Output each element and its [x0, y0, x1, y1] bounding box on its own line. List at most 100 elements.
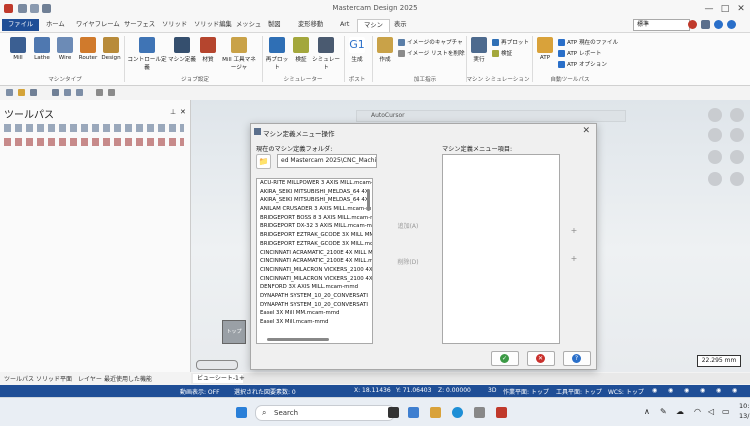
folder-browse-button[interactable]: 📁 — [256, 154, 271, 169]
image-capture-button[interactable]: イメージのキャプチャ — [398, 38, 463, 46]
list-item[interactable]: BRIDGEPORT DX-32 3 AXIS MILL.mcam-m — [257, 222, 372, 231]
volume-icon[interactable]: ◁ — [708, 407, 714, 416]
tab-home[interactable]: ホーム — [40, 19, 71, 31]
simulate-button[interactable]: シミュレート — [312, 37, 340, 71]
battery-icon[interactable]: ▭ — [722, 407, 730, 416]
view-nav-control[interactable] — [196, 360, 238, 370]
current-folder-field[interactable]: ed Mastercam 2025\CNC_Machines\ — [277, 154, 377, 168]
tab-solids[interactable]: ソリッド — [36, 374, 60, 383]
tab-machine[interactable]: マシン — [357, 19, 390, 32]
stop-view-icon[interactable] — [708, 172, 722, 186]
wire-button[interactable]: Wire — [55, 37, 75, 61]
validate-button[interactable]: 検証 — [492, 49, 512, 57]
verify-button[interactable]: 検証 — [290, 37, 312, 63]
list-item[interactable]: CINCINNATI ACRAMATIC_2100E 4X MILL M — [257, 249, 372, 258]
tab-transform[interactable]: 変形移動 — [292, 19, 329, 31]
minimize-icon[interactable]: — — [702, 2, 716, 16]
mill-button[interactable]: Mill — [8, 37, 28, 61]
tab-layers[interactable]: レイヤー — [78, 374, 102, 383]
print-icon[interactable] — [64, 89, 71, 96]
tab-drafting[interactable]: 製図 — [262, 19, 287, 31]
control-definition-button[interactable]: コントロール定義 — [126, 37, 168, 71]
mastercam-taskbar-icon[interactable] — [496, 407, 507, 418]
add-button[interactable]: 追加(A) — [382, 222, 434, 232]
cloud-icon[interactable]: ☁ — [676, 407, 684, 416]
run-button[interactable]: 実行 — [468, 37, 490, 63]
viewsheet-tab[interactable]: ビューシート-1 — [193, 374, 243, 383]
info-icon[interactable] — [714, 20, 723, 29]
create-button[interactable]: 作成 — [374, 37, 396, 63]
list-item[interactable]: CINCINNATI ACRAMATIC_2100E 4X MILL.m — [257, 257, 372, 266]
list-item[interactable]: DYNAPATH SYSTEM_10_20_CONVERSATI — [257, 301, 372, 310]
dialog-close-icon[interactable]: ✕ — [582, 126, 590, 136]
move-down-icon[interactable]: + — [567, 252, 581, 266]
windows-start-icon[interactable] — [236, 407, 247, 418]
generate-button[interactable]: G1 生成 — [346, 37, 368, 63]
task-view-icon[interactable] — [388, 407, 399, 418]
rotate-icon[interactable] — [730, 128, 744, 142]
maximize-icon[interactable]: □ — [718, 2, 732, 16]
delete-button[interactable]: 削除(D) — [382, 258, 434, 268]
machine-definition-list[interactable]: ACU-RITE MILLPOWER 3 AXIS MILL.mcam-mmdA… — [256, 178, 373, 344]
save-icon[interactable] — [30, 89, 37, 96]
view-top-icon[interactable] — [730, 108, 744, 122]
router-button[interactable]: Router — [77, 37, 99, 61]
view-cube[interactable]: トップ — [222, 320, 246, 344]
wireframe-icon[interactable]: ◉ — [700, 387, 705, 394]
save-as-icon[interactable] — [52, 89, 59, 96]
tab-view[interactable]: 表示 — [388, 19, 413, 31]
list-item[interactable]: ACU-RITE MILLPOWER 3 AXIS MILL.mcam-mmd — [257, 179, 372, 188]
toolpath-toolbar-row2[interactable] — [4, 138, 184, 146]
taskbar-search[interactable]: ⌕ Search — [255, 405, 395, 421]
close-icon[interactable]: ✕ — [734, 2, 748, 16]
shading-icon[interactable]: ◉ — [684, 387, 689, 394]
tab-toolpaths[interactable]: ツールパス — [4, 374, 34, 383]
move-up-icon[interactable]: + — [567, 224, 581, 238]
list-item[interactable]: ANILAM CRUSADER 3 AXIS MILL.mcam-m — [257, 205, 372, 214]
tab-recent-functions[interactable]: 最近使用した機能 — [104, 374, 152, 383]
material-button[interactable]: 材質 — [198, 37, 218, 63]
redo-icon[interactable] — [108, 89, 115, 96]
list-item[interactable]: DYNAPATH SYSTEM_10_20_CONVERSATI — [257, 292, 372, 301]
clock-date[interactable]: 13/7 — [739, 412, 750, 420]
tool-plane-status[interactable]: 工具平面: トップ — [556, 387, 602, 396]
list-item[interactable]: AKIRA_SEIKI MITSUBISHI_MELDAS_64 4X — [257, 188, 372, 197]
list-item[interactable]: Easel 3X Mill MM.mcam-mmd — [257, 309, 372, 318]
list-horizontal-scrollbar[interactable] — [267, 338, 329, 341]
tool-manager-button[interactable]: Mill 工具マネージャ — [220, 37, 258, 71]
lathe-button[interactable]: Lathe — [31, 37, 53, 61]
lighting-icon[interactable]: ◉ — [716, 387, 721, 394]
tray-chevron-icon[interactable]: ∧ — [644, 407, 650, 416]
config-select[interactable]: 標準 — [633, 19, 690, 31]
help-icon[interactable] — [727, 20, 736, 29]
display-mode-icon[interactable]: ◉ — [668, 387, 673, 394]
settings-icon[interactable]: ◉ — [732, 387, 737, 394]
list-vertical-scrollbar[interactable] — [367, 189, 370, 211]
list-item[interactable]: BRIDGEPORT EZTRAK_GCODE 3X MILL MM — [257, 231, 372, 240]
machine-definition-button[interactable]: マシン定義 — [168, 37, 196, 63]
list-item[interactable]: BRIDGEPORT EZTRAK_GCODE 3X MILL.mcam — [257, 240, 372, 249]
pan-icon[interactable] — [708, 150, 722, 164]
tab-art[interactable]: Art — [334, 19, 355, 31]
image-list-delete-button[interactable]: イメージ リストを削除 — [398, 49, 465, 57]
tab-surface[interactable]: サーフェス — [118, 19, 161, 31]
atp-option-button[interactable]: ATP オプション — [558, 60, 607, 68]
list-item[interactable]: DENFORD 3X AXIS MILL.mcam-mmd — [257, 283, 372, 292]
wcs-status[interactable]: WCS: トップ — [608, 387, 644, 396]
mode-3d[interactable]: 3D — [488, 387, 496, 394]
list-item[interactable]: Easel 3X Mill.mcam-mmd — [257, 318, 372, 327]
zoom-icon[interactable] — [708, 128, 722, 142]
toolpath-toolbar-row1[interactable] — [4, 124, 184, 132]
widgets-icon[interactable] — [408, 407, 419, 418]
atp-button[interactable]: ATP — [535, 37, 555, 61]
list-item[interactable]: CINCINNATI_MILACRON VICKERS_2100 4X — [257, 266, 372, 275]
autocursor-bar[interactable]: AutoCursor — [356, 110, 626, 122]
open-icon[interactable] — [18, 89, 25, 96]
replot-button[interactable]: 再プロット — [492, 38, 529, 46]
new-icon[interactable] — [6, 89, 13, 96]
stop-icon[interactable] — [688, 20, 697, 29]
globe-icon[interactable]: ◉ — [652, 387, 657, 394]
atp-current-file-button[interactable]: ATP 現在のファイル — [558, 38, 618, 46]
list-item[interactable]: CINCINNATI_MILACRON VICKERS_2100 4X — [257, 275, 372, 284]
machine-menu-items-list[interactable] — [442, 154, 560, 344]
